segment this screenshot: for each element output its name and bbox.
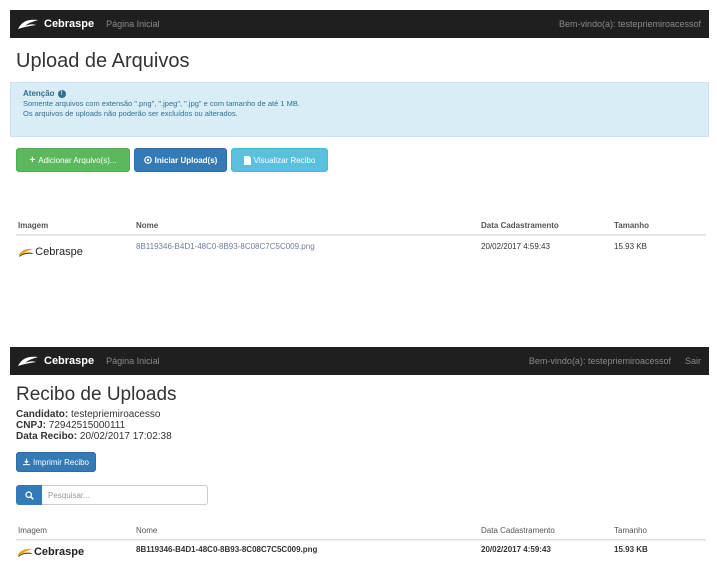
col-size: Tamanho (614, 526, 647, 535)
thumbnail-image[interactable]: Cebraspe (18, 242, 83, 282)
receipt-date-label: Data Recibo: (16, 431, 78, 442)
receipt-title: Recibo de Uploads (16, 384, 177, 405)
brand-name: Cebraspe (44, 18, 95, 30)
alert-line-1: Somente arquivos com extensão ".png", ".… (23, 99, 300, 108)
receipt-info: Candidato: testepriemiroacesso CNPJ: 729… (16, 409, 172, 442)
table-header: Imagem Nome Data Cadastramento Tamanho (16, 217, 706, 235)
col-image: Imagem (18, 221, 49, 230)
plus-icon: + (29, 154, 36, 166)
thumbnail-image[interactable]: Cebraspe (17, 545, 85, 569)
page-title: Upload de Arquivos (16, 50, 190, 72)
welcome-user[interactable]: Bem-vindo(a): testepriemiroacessof (529, 356, 671, 366)
brand-link[interactable]: Cebraspe (16, 354, 94, 368)
cebraspe-logo-icon (17, 548, 33, 557)
candidate-value: testepriemiroacesso (71, 409, 161, 420)
cnpj-value: 72942515000111 (48, 420, 126, 431)
file-size: 15.93 KB (614, 545, 648, 554)
receipt-table: Imagem Nome Data Cadastramento Tamanho C… (16, 522, 706, 569)
thumbnail-logo-text: Cebraspe (33, 546, 85, 558)
attention-alert: Atenção ! Somente arquivos com extensão … (10, 82, 709, 137)
file-date: 20/02/2017 4:59:43 (481, 545, 551, 554)
brand-name: Cebraspe (44, 355, 95, 367)
print-receipt-button[interactable]: Imprimir Recibo (16, 452, 96, 472)
uploads-table: Imagem Nome Data Cadastramento Tamanho C… (16, 217, 706, 282)
upload-circle-icon (143, 156, 152, 164)
file-name-link[interactable]: 8B119346-B4D1-48C0-8B93-8C08C7C5C009.png (136, 242, 481, 251)
info-icon: ! (57, 90, 66, 98)
table-row: Cebraspe 8B119346-B4D1-48C0-8B93-8C08C7C… (16, 235, 706, 282)
search-input[interactable]: Pesquisar... (42, 485, 208, 505)
nav-home-link[interactable]: Página Inicial (106, 356, 160, 366)
print-icon (23, 458, 30, 466)
add-files-button[interactable]: + Adicionar Arquivo(s)... (16, 148, 130, 172)
logout-link[interactable]: Sair (685, 356, 701, 366)
cebraspe-logo-icon (18, 248, 34, 257)
search-button[interactable] (16, 485, 42, 505)
alert-title: Atenção (23, 89, 55, 98)
file-size: 15.93 KB (614, 242, 647, 251)
col-image: Imagem (18, 526, 47, 535)
top-navbar-receipt: Cebraspe Página Inicial Bem-vindo(a): te… (10, 347, 709, 375)
top-navbar: Cebraspe Página Inicial Bem-vindo(a): te… (10, 10, 709, 38)
file-date: 20/02/2017 4:59:43 (481, 242, 550, 251)
col-date: Data Cadastramento (481, 526, 555, 535)
start-upload-button[interactable]: Iniciar Upload(s) (134, 148, 227, 172)
view-receipt-button[interactable]: Visualizar Recibo (231, 148, 328, 172)
brand-link[interactable]: Cebraspe (16, 17, 94, 31)
col-size: Tamanho (614, 221, 649, 230)
cnpj-label: CNPJ: (16, 420, 47, 431)
thumbnail-logo-text: Cebraspe (35, 246, 83, 258)
welcome-user[interactable]: Bem-vindo(a): testepriemiroacessof (559, 19, 701, 29)
table-row: Cebraspe 8B119346-B4D1-48C0-8B93-8C08C7C… (16, 540, 706, 569)
search-icon (24, 490, 34, 500)
cebraspe-logo-icon (18, 19, 38, 29)
alert-line-2: Os arquivos de uploads não poderão ser e… (23, 109, 238, 118)
col-name: Nome (136, 526, 158, 535)
col-name: Nome (136, 221, 159, 230)
file-icon (243, 155, 251, 165)
nav-home-link[interactable]: Página Inicial (106, 19, 160, 29)
cebraspe-logo-icon (18, 356, 38, 366)
file-name-link[interactable]: 8B119346-B4D1-48C0-8B93-8C08C7C5C009.png (136, 545, 481, 554)
search-bar: Pesquisar... (16, 485, 208, 505)
table-header: Imagem Nome Data Cadastramento Tamanho (16, 522, 706, 540)
candidate-label: Candidato: (16, 409, 69, 420)
col-date: Data Cadastramento (481, 221, 559, 230)
receipt-date-value: 20/02/2017 17:02:38 (79, 431, 172, 442)
